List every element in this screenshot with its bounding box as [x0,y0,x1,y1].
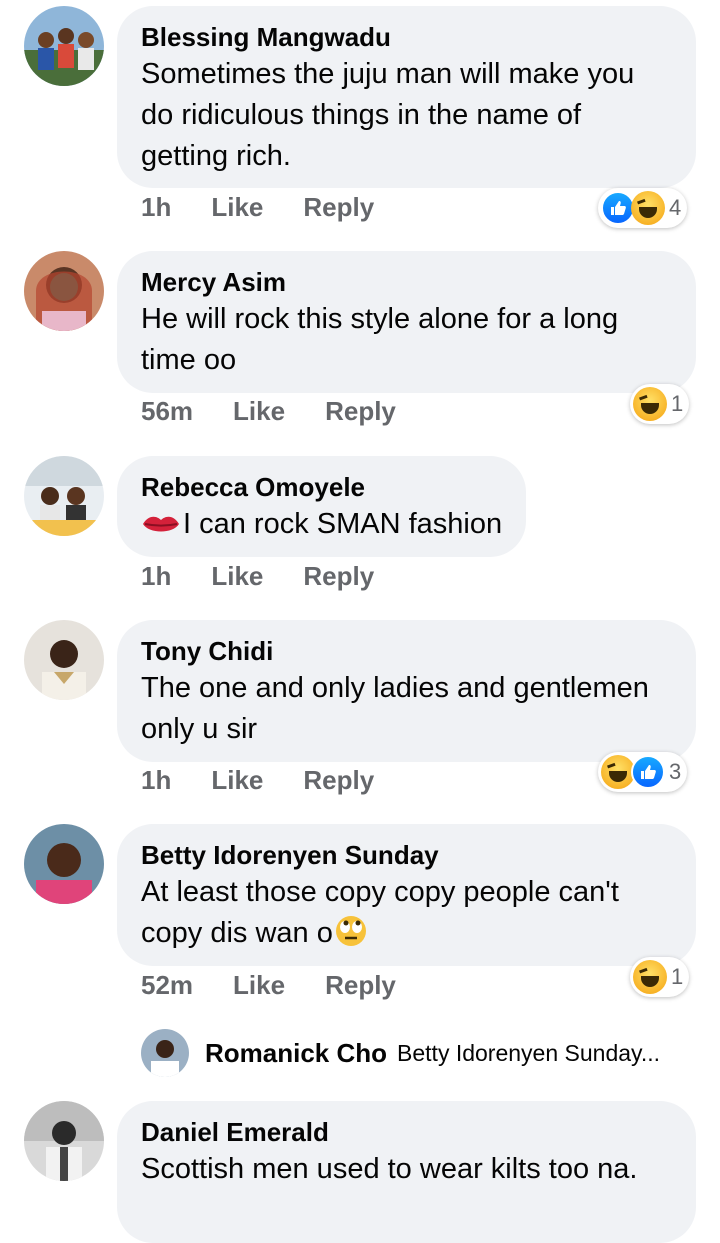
haha-icon [631,191,665,225]
comment-author[interactable]: Rebecca Omoyele [141,470,502,504]
comment-author[interactable]: Blessing Mangwadu [141,20,672,54]
comment-actions: 1h Like Reply [141,561,374,592]
like-button[interactable]: Like [233,970,285,1001]
comment-text: Scottish men used to wear kilts too na. [141,1153,638,1185]
reply-button[interactable]: Reply [303,561,374,592]
avatar[interactable] [24,6,104,86]
haha-icon [633,387,667,421]
comment-actions: 1h Like Reply [141,192,374,223]
reaction-count: 1 [671,391,684,416]
comment-bubble: Daniel Emerald Scottish men used to wear… [117,1101,696,1243]
avatar[interactable] [24,620,104,700]
reply-author[interactable]: Romanick Cho [205,1038,387,1069]
haha-icon [601,755,635,789]
comment-actions: 52m Like Reply [141,970,396,1001]
avatar[interactable] [24,456,104,536]
reaction-summary[interactable]: 1 [630,957,690,997]
reaction-count: 4 [669,195,682,220]
haha-icon [633,960,667,994]
reaction-summary[interactable]: 3 [598,752,688,792]
reply-button[interactable]: Reply [303,192,374,223]
comment-timestamp[interactable]: 1h [141,561,171,592]
comment-bubble: Rebecca Omoyele I can rock SMAN fashion [117,456,527,557]
avatar[interactable] [24,251,104,331]
comment-timestamp[interactable]: 1h [141,765,171,796]
like-button[interactable]: Like [211,192,263,223]
like-button[interactable]: Like [233,396,285,427]
lips-emoji-icon [141,507,181,532]
comment-author[interactable]: Daniel Emerald [141,1115,672,1149]
reaction-summary[interactable]: 4 [598,188,688,228]
comment-text: At least those copy copy people can't co… [141,872,672,954]
eye-roll-emoji-icon [335,915,367,947]
reaction-summary[interactable]: 1 [630,384,690,424]
comment-bubble: Betty Idorenyen Sunday At least those co… [117,824,696,966]
like-icon [601,191,635,225]
reply-preview[interactable]: Romanick Cho Betty Idorenyen Sunday... [141,1029,660,1077]
avatar[interactable] [24,1101,104,1181]
comment-author[interactable]: Mercy Asim [141,265,672,299]
comment-text: Sometimes the juju man will make you do … [141,58,635,172]
comment-timestamp[interactable]: 56m [141,396,193,427]
comment-timestamp[interactable]: 1h [141,192,171,223]
reaction-count: 3 [669,759,682,784]
comment-text: I can rock SMAN fashion [141,504,502,545]
comment-author[interactable]: Tony Chidi [141,634,672,668]
comment-text: He will rock this style alone for a long… [141,303,619,376]
comment-actions: 1h Like Reply [141,765,374,796]
comment-bubble: Blessing Mangwadu Sometimes the juju man… [117,6,696,188]
like-icon [631,755,665,789]
avatar[interactable] [141,1029,189,1077]
reply-text: Betty Idorenyen Sunday... [397,1039,660,1066]
comment-author[interactable]: Betty Idorenyen Sunday [141,838,672,872]
comment-text-body: I can rock SMAN fashion [183,508,503,540]
comment-actions: 56m Like Reply [141,396,396,427]
reply-button[interactable]: Reply [325,970,396,1001]
reaction-count: 1 [671,964,684,989]
like-button[interactable]: Like [211,561,263,592]
reply-button[interactable]: Reply [303,765,374,796]
comment-bubble: Tony Chidi The one and only ladies and g… [117,620,696,762]
reply-button[interactable]: Reply [325,396,396,427]
comment-text-body: At least those copy copy people can't co… [141,876,619,949]
comment-bubble: Mercy Asim He will rock this style alone… [117,251,696,393]
avatar[interactable] [24,824,104,904]
comment-timestamp[interactable]: 52m [141,970,193,1001]
like-button[interactable]: Like [211,765,263,796]
comment-text: The one and only ladies and gentlemen on… [141,672,649,745]
